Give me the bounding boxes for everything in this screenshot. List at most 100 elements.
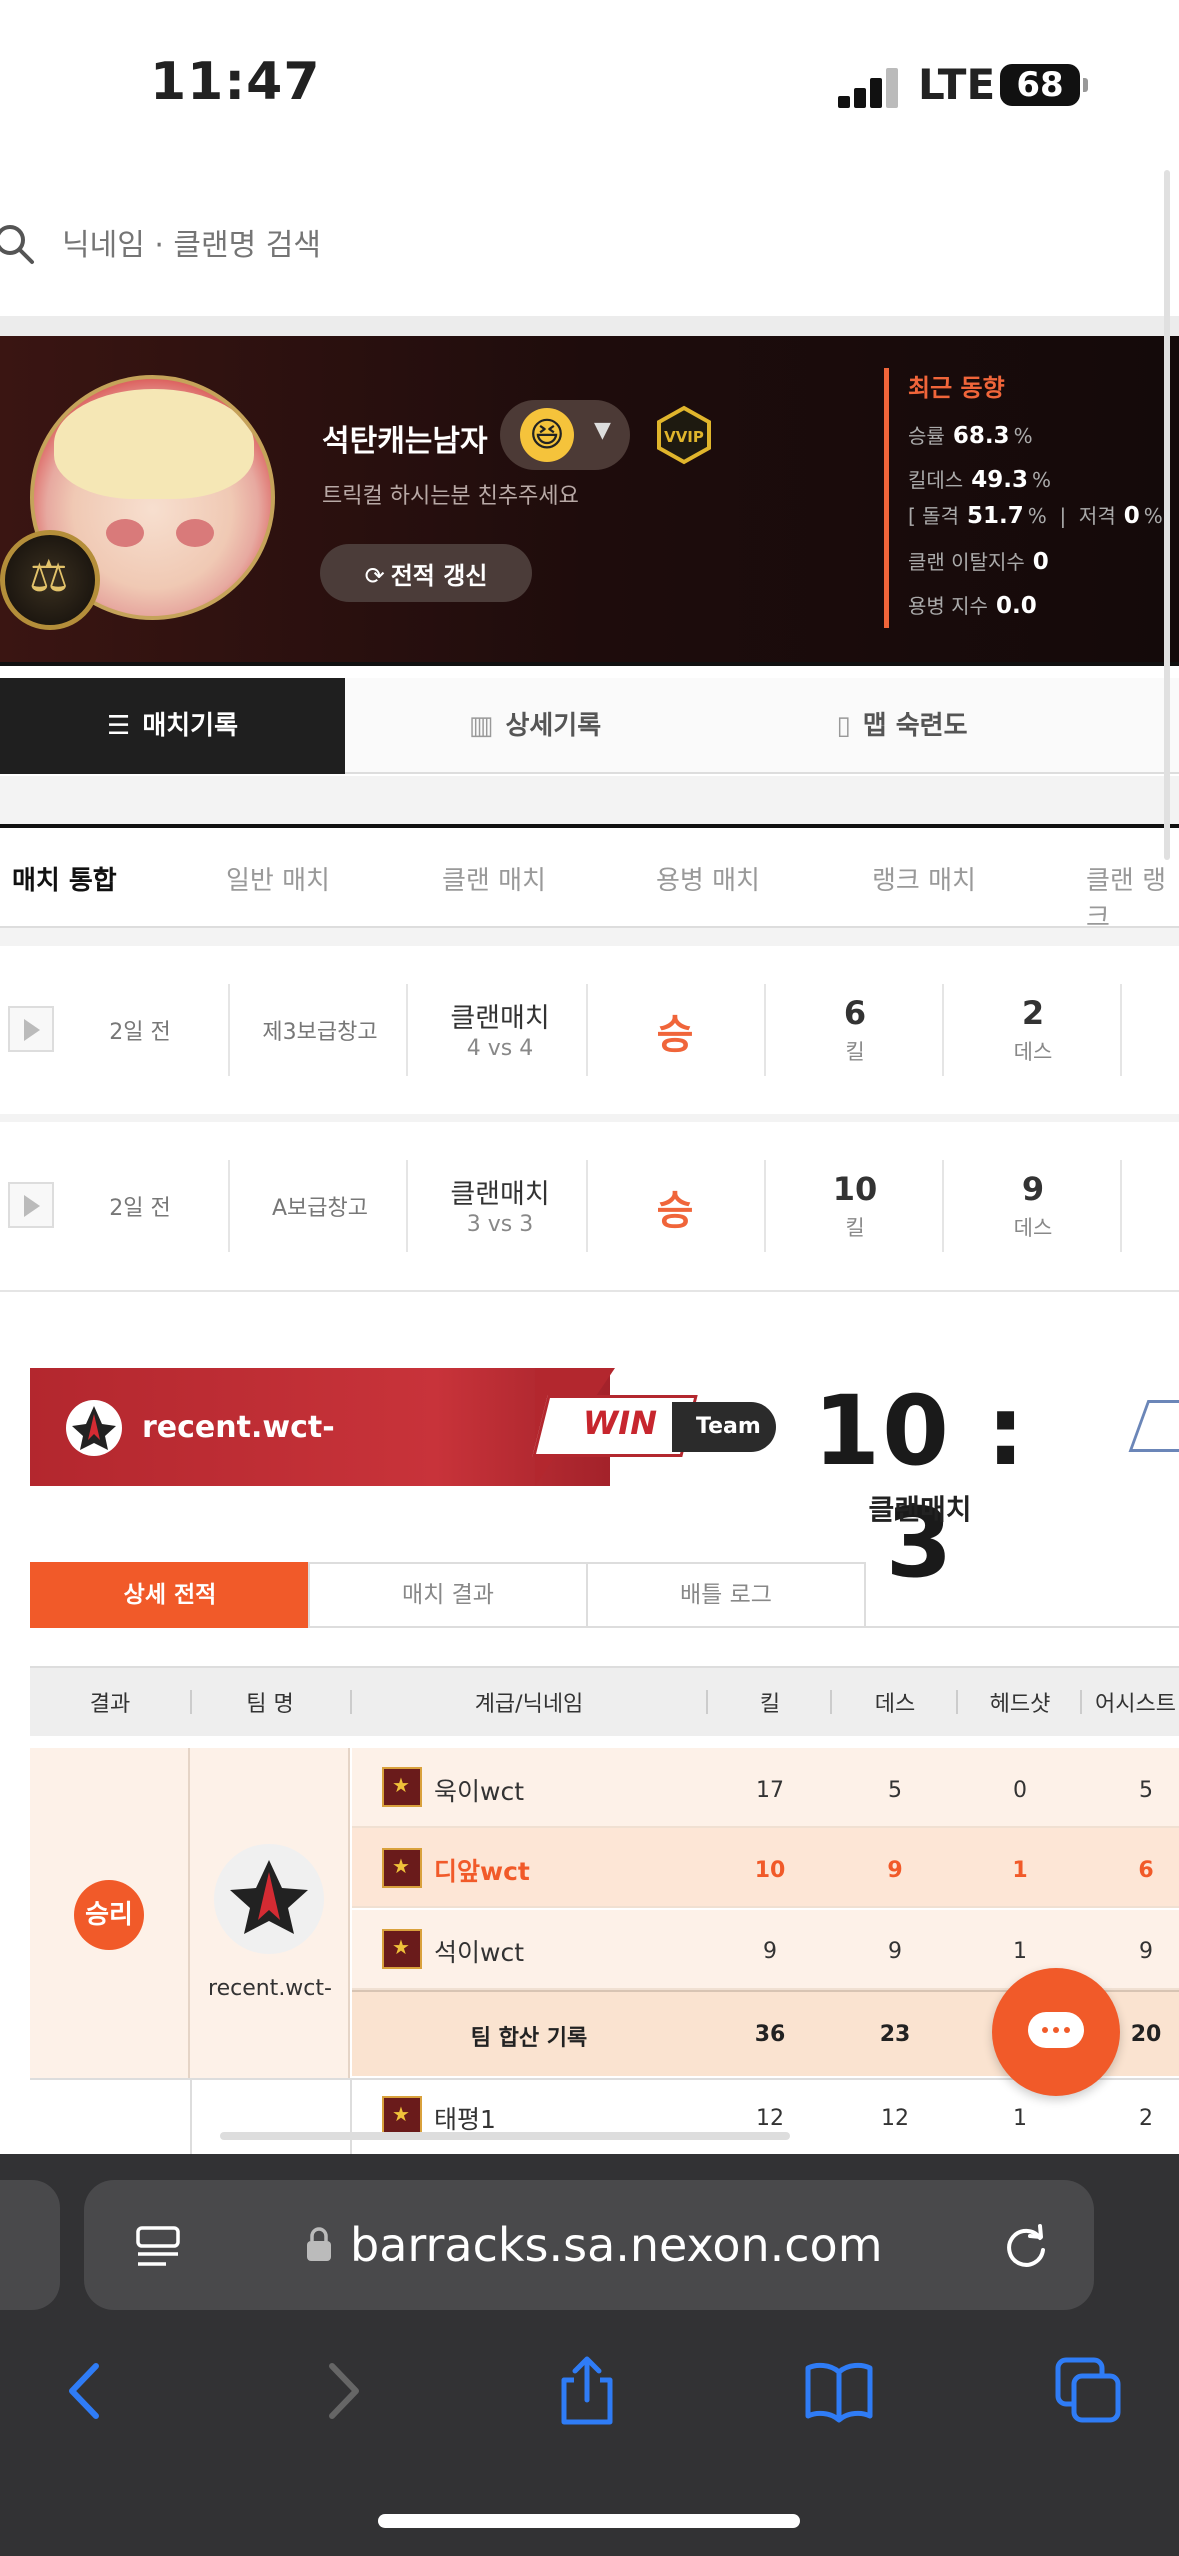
match-kills: 10 — [832, 1170, 878, 1208]
match-kills: 6 — [843, 994, 867, 1032]
player-deaths: 12 — [881, 2106, 909, 2131]
divider — [0, 1290, 1179, 1292]
match-result: 승 — [656, 1012, 694, 1058]
col-deaths: 데스 — [874, 1692, 916, 1717]
divider — [866, 1626, 1179, 1628]
share-icon[interactable] — [552, 2356, 622, 2426]
subtab-clan[interactable]: 클랜 매치 — [442, 860, 546, 897]
refresh-record-button[interactable]: ⟳ 전적 갱신 — [320, 544, 532, 602]
col-nickname: 계급/닉네임 — [474, 1692, 584, 1717]
match-map: A보급창고 — [271, 1196, 368, 1221]
caret-down-icon[interactable]: ▼ — [594, 418, 611, 443]
rank-icon — [382, 1929, 422, 1969]
match-deaths: 2 — [1021, 994, 1045, 1032]
tab-detail-record[interactable]: ▥ 상세기록 — [345, 678, 725, 774]
subtab-all[interactable]: 매치 통합 — [12, 860, 117, 897]
stat-win-rate: 승률 68.3% — [908, 423, 1033, 449]
match-mode: 클랜매치 — [450, 1003, 550, 1034]
list-icon: ☰ — [107, 711, 131, 741]
reader-mode-icon[interactable] — [134, 2222, 182, 2270]
stat-clan-leave: 클랜 이탈지수 0 — [908, 549, 1049, 575]
stats-accent-bar — [884, 368, 889, 628]
tab-match-result[interactable]: 매치 결과 — [308, 1562, 588, 1628]
forward-icon[interactable] — [306, 2356, 376, 2426]
chat-button[interactable] — [992, 1968, 1120, 2096]
rank-emblem-icon — [0, 530, 100, 630]
match-result: 승 — [656, 1188, 694, 1234]
player-name[interactable]: 태평1 — [434, 2100, 496, 2136]
reload-icon[interactable] — [1000, 2220, 1052, 2272]
death-label: 데스 — [1013, 1040, 1053, 1064]
player-headshots: 1 — [1012, 1858, 1028, 1883]
match-mode: 클랜매치 — [450, 1179, 550, 1210]
kill-label: 킬 — [845, 1040, 865, 1064]
tab-map-proficiency[interactable]: ▯ 맵 숙련도 — [725, 678, 1179, 774]
home-indicator[interactable] — [378, 2514, 800, 2528]
player-kills: 9 — [763, 1939, 777, 1964]
refresh-label: 전적 갱신 — [390, 561, 488, 590]
match-time: 2일 전 — [109, 1196, 171, 1221]
match-vs: 3 vs 3 — [466, 1212, 534, 1237]
search-icon[interactable] — [0, 222, 36, 266]
url-text[interactable]: barracks.sa.nexon.com — [350, 2218, 883, 2272]
kill-label: 킬 — [845, 1216, 865, 1240]
col-kills: 킬 — [759, 1692, 781, 1717]
player-name[interactable]: 디앞wct — [434, 1852, 530, 1888]
total-kills: 36 — [754, 2022, 786, 2047]
play-replay-icon[interactable] — [8, 1182, 54, 1228]
divider — [0, 928, 1179, 946]
subtab-normal[interactable]: 일반 매치 — [226, 860, 330, 897]
previous-tab[interactable] — [0, 2180, 60, 2310]
chat-bubble-icon — [1028, 2012, 1084, 2048]
col-result: 결과 — [89, 1692, 131, 1717]
player-name[interactable]: 욱이wct — [434, 1772, 524, 1808]
player-name[interactable]: 석이wct — [434, 1933, 524, 1969]
team-name: recent.wct- — [208, 1976, 332, 2001]
back-icon[interactable] — [52, 2356, 122, 2426]
player-kills: 12 — [756, 2106, 784, 2131]
tab-battle-log[interactable]: 배틀 로그 — [586, 1562, 866, 1628]
play-replay-icon[interactable] — [8, 1006, 54, 1052]
match-time: 2일 전 — [109, 1020, 171, 1045]
stat-merc: 용병 지수 0.0 — [908, 593, 1037, 619]
player-headshots: 0 — [1013, 1778, 1027, 1803]
horizontal-scrollbar[interactable] — [220, 2132, 790, 2140]
tab-match-record[interactable]: ☰ 매치기록 — [0, 678, 345, 774]
rank-icon — [382, 2096, 422, 2136]
svg-text:VVIP: VVIP — [664, 428, 704, 446]
vertical-scrollbar[interactable] — [1164, 170, 1170, 860]
search-input[interactable] — [62, 215, 1142, 275]
stat-kd: 킬데스 49.3% — [908, 467, 1051, 493]
opponent-banner — [1128, 1400, 1179, 1452]
status-time: 11:47 — [150, 52, 321, 112]
subtab-merc[interactable]: 용병 매치 — [656, 860, 760, 897]
match-vs: 4 vs 4 — [466, 1036, 534, 1061]
victory-badge: 승리 — [74, 1880, 144, 1950]
refresh-icon: ⟳ — [364, 561, 385, 590]
stat-assault-sniper: [ 돌격51.7% | 저격0%] — [908, 503, 1171, 529]
battery-icon: 68 — [1000, 64, 1088, 106]
player-assists: 6 — [1138, 1858, 1154, 1883]
match-row[interactable]: 2일 전 제3보급창고 클랜매치 4 vs 4 승 6 킬 2 데스 — [0, 946, 1179, 1114]
rank-icon — [382, 1767, 422, 1807]
subtab-rank[interactable]: 랭크 매치 — [872, 860, 976, 897]
tabs-icon[interactable] — [1054, 2356, 1124, 2426]
player-headshots: 1 — [1013, 2106, 1027, 2131]
player-kills: 10 — [754, 1858, 786, 1883]
signal-icon — [838, 66, 898, 108]
col-headshots: 헤드샷 — [989, 1692, 1051, 1717]
profile-nickname: 석탄캐는남자 — [322, 424, 488, 459]
rank-icon — [382, 1848, 422, 1888]
bookmarks-icon[interactable] — [804, 2356, 874, 2426]
subtab-clan-rank[interactable]: 클랜 랭크 — [1086, 860, 1179, 934]
team-tag: Team — [672, 1402, 776, 1452]
emoji-face-icon[interactable]: 😆 — [520, 408, 574, 462]
tab-detail-stats[interactable]: 상세 전적 — [30, 1562, 310, 1628]
player-deaths: 9 — [887, 1858, 903, 1883]
sub-tabs — [0, 824, 1179, 928]
map-icon: ▯ — [836, 711, 851, 741]
team-total-label: 팀 합산 기록 — [470, 2026, 588, 2051]
player-deaths: 5 — [888, 1778, 902, 1803]
match-row[interactable]: 2일 전 A보급창고 클랜매치 3 vs 3 승 10 킬 9 데스 — [0, 1122, 1179, 1290]
team-logo-icon — [214, 1844, 324, 1954]
